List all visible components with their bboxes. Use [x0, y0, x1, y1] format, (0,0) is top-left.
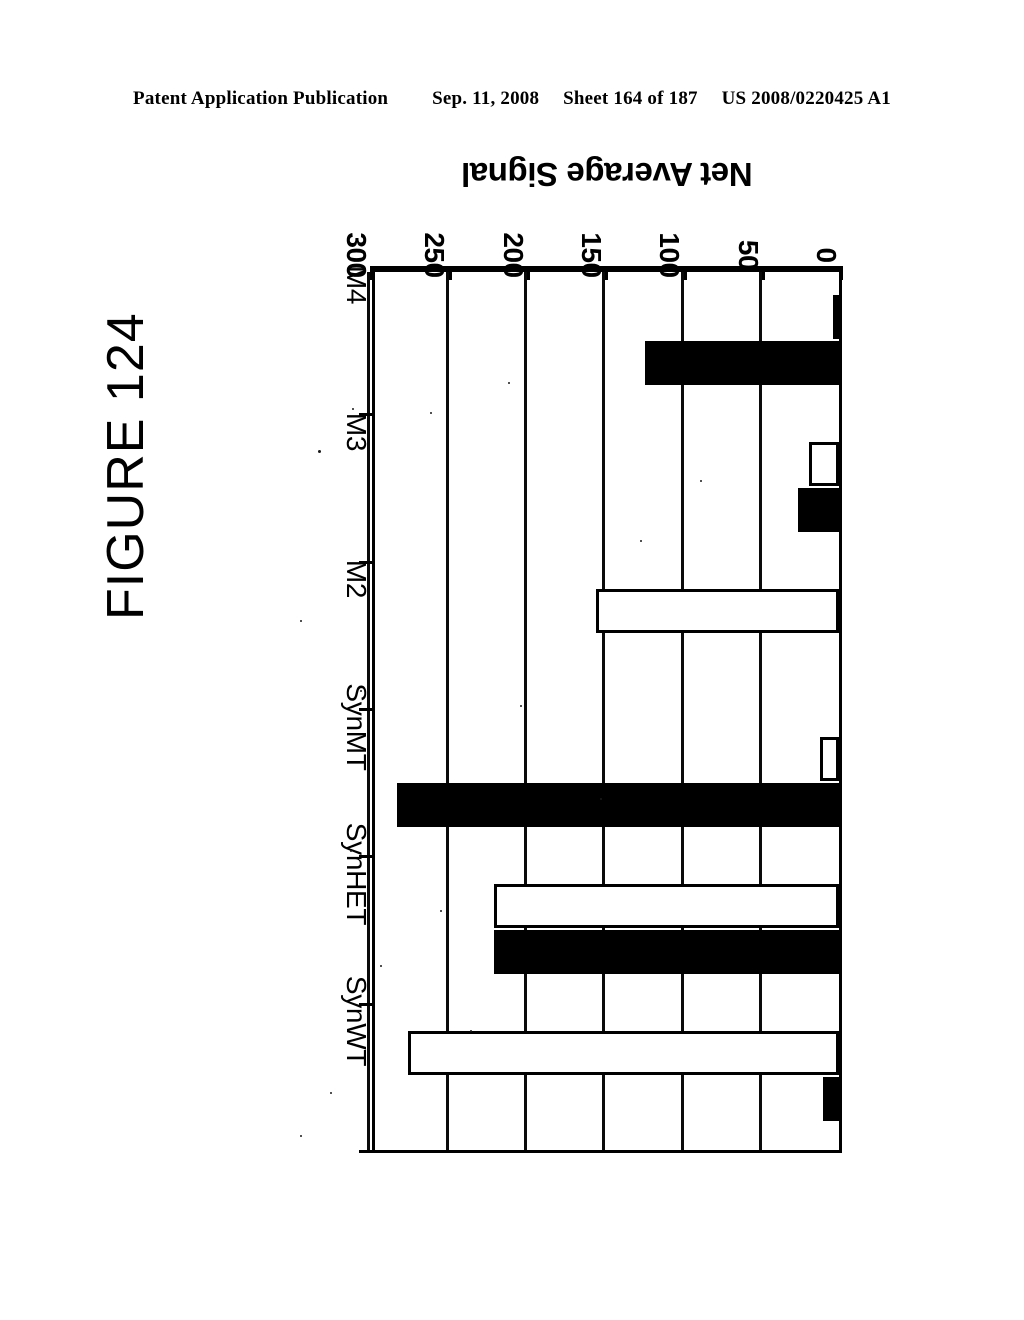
bar-group-synmt [375, 708, 839, 855]
scan-artifact [440, 910, 442, 912]
category-label-m3: M3 [341, 412, 372, 452]
patent-document-number: US 2008/0220425 A1 [721, 88, 891, 109]
category-label-synwt: SynWT [341, 976, 372, 1067]
publication-date: Sep. 11, 2008 [432, 88, 540, 109]
bar-chart: 300 250 200 150 100 50 0 Net Average Signal Sy… [182, 156, 844, 1213]
bar-m4-white [833, 294, 839, 339]
scan-artifact [640, 540, 642, 542]
bar-m2-white [596, 589, 839, 634]
bar-group-m4 [375, 266, 839, 413]
scan-artifact [318, 450, 321, 453]
figure-title: FIGURE 124 [97, 312, 155, 620]
scan-artifact [352, 408, 354, 410]
scan-artifact [508, 382, 510, 384]
axis-tick-label-50: 50 [732, 239, 764, 271]
scan-artifact [380, 965, 382, 967]
bar-synwt-black [823, 1077, 839, 1122]
category-label-synhet: SynHET [341, 822, 372, 926]
axis-tick-label-250: 250 [419, 232, 451, 278]
bar-synmt-black [397, 782, 839, 827]
category-tick-m2 [359, 708, 372, 711]
axis-tick-label-200: 200 [497, 232, 529, 278]
scan-artifact [350, 850, 352, 852]
axis-tick-0 [840, 266, 844, 280]
scan-artifact [700, 480, 702, 482]
bar-m3-black [798, 488, 839, 533]
category-tick-synwt [359, 1150, 372, 1153]
category-label-synmt: SynMT [341, 683, 372, 771]
category-tick-m4 [359, 413, 372, 417]
bar-group-m3 [375, 413, 839, 560]
value-axis: 300 250 200 150 100 50 0 [341, 232, 844, 280]
figure-area: FIGURE 124 300 250 200 150 100 50 0 Net Averag… [0, 150, 1024, 1270]
scan-artifact [330, 1092, 332, 1094]
sheet-number: Sheet 164 of 187 [563, 88, 698, 109]
scan-artifact [300, 1135, 302, 1137]
bar-group-m2 [375, 561, 839, 708]
category-label-m4: M4 [341, 265, 372, 304]
category-tick-synhet [359, 1002, 372, 1006]
scan-artifact [600, 798, 602, 800]
bar-synmt-white [820, 736, 839, 781]
patent-header: Patent Application Publication Sep. 11, … [0, 88, 1024, 110]
scan-artifact [430, 412, 432, 414]
scan-artifact [300, 620, 302, 622]
category-label-m2: M2 [341, 560, 372, 599]
bar-group-synhet [375, 855, 839, 1002]
publication-label: Patent Application Publication [133, 88, 389, 109]
bar-m3-white [809, 442, 839, 487]
scan-artifact [470, 1030, 472, 1032]
axis-tick-label-0: 0 [811, 247, 842, 263]
bar-synhet-black [494, 930, 839, 975]
category-tick-m3 [359, 560, 372, 564]
axis-tick-label-100: 100 [654, 232, 686, 278]
scan-artifact [520, 705, 522, 707]
bar-m4-black [644, 340, 839, 385]
category-tick-synmt [359, 855, 372, 859]
axis-tick-label-150: 150 [576, 232, 607, 278]
plot-frame [367, 266, 842, 1153]
scan-artifact [360, 690, 362, 692]
value-axis-title: Net Average Signal [461, 156, 753, 193]
bar-group-synwt [375, 1003, 839, 1150]
bar-synwt-white [408, 1031, 839, 1076]
bar-synhet-white [494, 884, 839, 929]
